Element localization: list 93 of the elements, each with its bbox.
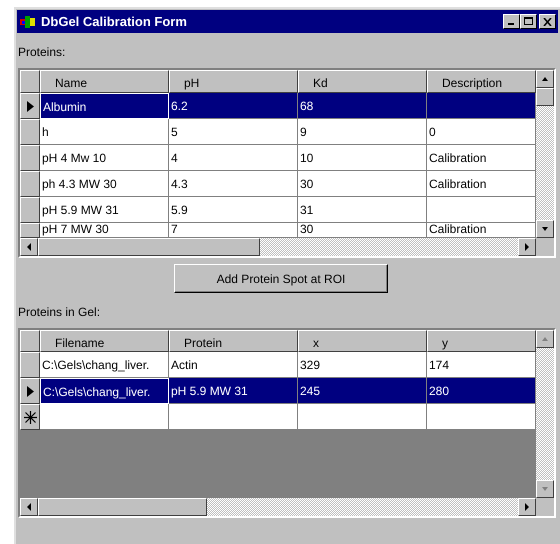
table-cell[interactable]: pH 4 Mw 10 bbox=[40, 145, 169, 171]
horizontal-scrollbar[interactable] bbox=[20, 238, 536, 256]
scroll-thumb[interactable] bbox=[38, 238, 260, 256]
table-cell[interactable]: 5.9 bbox=[169, 197, 298, 223]
table-cell[interactable]: 6.2 bbox=[169, 93, 298, 119]
minimize-button[interactable] bbox=[503, 14, 520, 29]
corner-header bbox=[20, 330, 40, 352]
table-cell[interactable]: 5 bbox=[169, 119, 298, 145]
column-header[interactable]: pH bbox=[169, 70, 298, 93]
row-selector[interactable] bbox=[20, 119, 40, 145]
scroll-down-button[interactable] bbox=[536, 220, 554, 238]
table-cell[interactable]: 30 bbox=[298, 171, 427, 197]
row-selector[interactable] bbox=[20, 145, 40, 171]
scroll-left-button[interactable] bbox=[20, 498, 38, 516]
close-icon bbox=[543, 18, 552, 26]
table-cell[interactable] bbox=[427, 93, 536, 119]
table-cell[interactable]: 10 bbox=[298, 145, 427, 171]
close-button[interactable] bbox=[539, 14, 556, 29]
table-cell[interactable] bbox=[427, 404, 536, 430]
app-icon bbox=[19, 14, 37, 30]
table-cell[interactable]: Calibration bbox=[427, 145, 536, 171]
scroll-up-button[interactable] bbox=[536, 70, 554, 88]
table-cell[interactable]: 68 bbox=[298, 93, 427, 119]
table-cell[interactable] bbox=[427, 197, 536, 223]
arrow-up-icon bbox=[541, 76, 549, 82]
column-header[interactable]: Protein bbox=[169, 330, 298, 352]
scrollbar-corner bbox=[536, 498, 554, 516]
column-header[interactable]: x bbox=[298, 330, 427, 352]
table-cell[interactable]: 7 bbox=[169, 223, 298, 238]
table-cell[interactable]: pH 5.9 MW 31 bbox=[40, 197, 169, 223]
table-cell[interactable]: 4 bbox=[169, 145, 298, 171]
row-selector[interactable] bbox=[20, 378, 40, 404]
scroll-thumb[interactable] bbox=[536, 88, 554, 106]
current-row-icon bbox=[26, 386, 34, 396]
scroll-right-button[interactable] bbox=[518, 238, 536, 256]
scroll-left-button[interactable] bbox=[20, 238, 38, 256]
table-cell[interactable]: h bbox=[40, 119, 169, 145]
column-header[interactable]: y bbox=[427, 330, 536, 352]
arrow-up-icon bbox=[541, 336, 549, 342]
arrow-down-icon bbox=[541, 226, 549, 232]
table-cell[interactable]: 30 bbox=[298, 223, 427, 238]
maximize-button[interactable] bbox=[520, 14, 537, 29]
table-cell[interactable]: 0 bbox=[427, 119, 536, 145]
table-cell[interactable]: pH 7 MW 30 bbox=[40, 223, 169, 238]
table-cell[interactable] bbox=[298, 404, 427, 430]
row-selector[interactable] bbox=[20, 171, 40, 197]
scroll-up-button[interactable] bbox=[536, 330, 554, 348]
scroll-thumb[interactable] bbox=[38, 498, 207, 516]
new-row-selector[interactable] bbox=[20, 404, 40, 430]
row-selector[interactable] bbox=[20, 197, 40, 223]
table-cell[interactable]: C:\Gels\chang_liver. bbox=[40, 378, 169, 404]
corner-header bbox=[20, 70, 40, 93]
add-protein-spot-button[interactable]: Add Protein Spot at ROI bbox=[174, 264, 388, 293]
column-header[interactable]: Name bbox=[40, 70, 169, 93]
table-cell[interactable]: Actin bbox=[169, 352, 298, 378]
table-cell[interactable]: Albumin bbox=[40, 93, 169, 119]
table-cell[interactable] bbox=[40, 404, 169, 430]
scroll-down-button[interactable] bbox=[536, 480, 554, 498]
table-cell[interactable]: 31 bbox=[298, 197, 427, 223]
table-cell[interactable]: 174 bbox=[427, 352, 536, 378]
arrow-right-icon bbox=[524, 503, 530, 511]
column-header[interactable]: Filename bbox=[40, 330, 169, 352]
table-cell[interactable]: 9 bbox=[298, 119, 427, 145]
table-cell[interactable]: Calibration bbox=[427, 171, 536, 197]
row-selector[interactable] bbox=[20, 352, 40, 378]
section-label: Proteins: bbox=[17, 44, 66, 61]
table-cell[interactable]: C:\Gels\chang_liver. bbox=[40, 352, 169, 378]
arrow-left-icon bbox=[26, 243, 32, 251]
table-cell[interactable]: 280 bbox=[427, 378, 536, 404]
vertical-scrollbar[interactable] bbox=[536, 70, 554, 238]
table-cell[interactable]: ph 4.3 MW 30 bbox=[40, 171, 169, 197]
asterisk-icon bbox=[24, 410, 36, 424]
scrollbar-corner bbox=[536, 238, 554, 256]
maximize-icon bbox=[524, 17, 534, 26]
current-row-icon bbox=[26, 100, 34, 112]
window-title: DbGel Calibration Form bbox=[41, 12, 187, 31]
scroll-right-button[interactable] bbox=[518, 498, 536, 516]
vertical-scrollbar[interactable] bbox=[536, 330, 554, 498]
column-header[interactable]: Description bbox=[427, 70, 536, 93]
horizontal-scrollbar[interactable] bbox=[20, 498, 536, 516]
table-cell[interactable]: Calibration bbox=[427, 223, 536, 238]
arrow-right-icon bbox=[524, 243, 530, 251]
section-label: Proteins in Gel: bbox=[17, 304, 102, 321]
table-cell[interactable]: 4.3 bbox=[169, 171, 298, 197]
arrow-down-icon bbox=[541, 486, 549, 492]
arrow-left-icon bbox=[26, 503, 32, 511]
table-cell[interactable]: 245 bbox=[298, 378, 427, 404]
column-header[interactable]: Kd bbox=[298, 70, 427, 93]
table-cell[interactable]: 329 bbox=[298, 352, 427, 378]
table-cell[interactable] bbox=[169, 404, 298, 430]
row-selector[interactable] bbox=[20, 223, 40, 238]
row-selector[interactable] bbox=[20, 93, 40, 119]
table-cell[interactable]: pH 5.9 MW 31 bbox=[169, 378, 298, 404]
